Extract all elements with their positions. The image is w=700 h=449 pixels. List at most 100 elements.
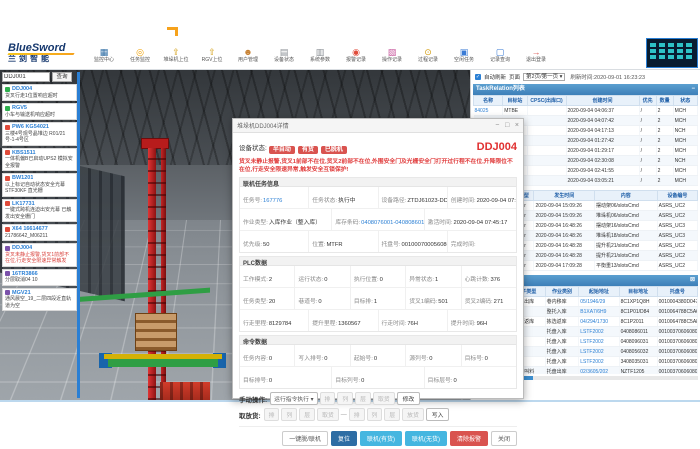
dialog-body: 设备状态: 半自动有货已脱机 DDJ004 货叉未静止报警,货叉1前部不在位,货… bbox=[233, 133, 523, 449]
crane-base bbox=[160, 382, 210, 400]
search-button[interactable]: 查询 bbox=[52, 72, 72, 82]
toolbar-label: 设备状态 bbox=[274, 57, 294, 64]
coord-input-排[interactable]: 排 bbox=[349, 408, 365, 421]
table-cell: 04/294/1730 bbox=[579, 317, 619, 327]
close-table-icon[interactable]: ⊠ bbox=[690, 275, 695, 286]
column-header[interactable]: 目标站 bbox=[503, 96, 527, 106]
table-cell: 2 bbox=[656, 176, 673, 186]
restore-icon[interactable]: □ bbox=[505, 122, 509, 129]
toolbar-idle-tasks[interactable]: ▣ 空闲任务 bbox=[446, 40, 482, 70]
device-id: DDJ004 bbox=[477, 141, 517, 153]
command-select[interactable]: 运行指令执行 ▾ bbox=[270, 392, 317, 405]
alarm-device-id: DDJ004 bbox=[12, 245, 32, 251]
alarm-item[interactable]: DDJ004 货叉未静止报警,货叉1前部不在位,行走安全限速异常触发 bbox=[2, 243, 77, 267]
alarm-item[interactable]: X64 16614677 21786642_M06211 bbox=[2, 224, 77, 241]
coord-input-列[interactable]: 列 bbox=[337, 392, 353, 405]
toolbar-alarm-records[interactable]: ◉ 报警记录 bbox=[338, 40, 374, 70]
clear-alarm-button[interactable]: 清除报警 bbox=[450, 431, 488, 446]
column-header[interactable]: 数量 bbox=[656, 96, 673, 106]
alarm-item[interactable]: DDJ004 货叉行走1位置响应超时 bbox=[2, 84, 77, 101]
minimize-icon[interactable]: − bbox=[495, 122, 499, 129]
device-search-input[interactable] bbox=[2, 72, 50, 82]
alarm-device-id: KBS1511 bbox=[12, 150, 36, 156]
toolbar-record-query[interactable]: ▢ 记录查询 bbox=[482, 40, 518, 70]
modify-button[interactable]: 修改 bbox=[397, 392, 421, 405]
alarm-item[interactable]: BW1201 以上标记自动状态安全光幕 STF30KF 直光栅 bbox=[2, 173, 77, 197]
toolbar-user-manage[interactable]: ☻ 用户管理 bbox=[230, 40, 266, 70]
coord-input-排[interactable]: 排 bbox=[264, 408, 280, 421]
toolbar-operation-records[interactable]: ▧ 操作记录 bbox=[374, 40, 410, 70]
alarm-severity-icon bbox=[5, 290, 10, 295]
toggle-online-button[interactable]: 一键脱/联机 bbox=[282, 431, 328, 446]
alarm-device-id: PW6 KG54021 bbox=[12, 124, 49, 130]
table-cell: 堆垛机06/slotsCmd bbox=[594, 211, 657, 221]
alarm-severity-icon bbox=[5, 201, 10, 206]
pick-place-label: 取放货: bbox=[239, 410, 261, 420]
alarm-item[interactable]: PW6 KG54021 三楼4号观号晶堆边 R01/21号-1-4号区 bbox=[2, 122, 77, 146]
alarm-item[interactable]: LK17731 一键式跨机连迫出安光幕 已触发出安全栅门 bbox=[2, 199, 77, 223]
dialog-titlebar[interactable]: 堆垛机DDJ004详情 − □ × bbox=[233, 119, 523, 133]
alarm-device-id: DDJ004 bbox=[12, 86, 32, 92]
pallet[interactable] bbox=[135, 313, 177, 351]
close-button[interactable]: 关闭 bbox=[491, 431, 517, 446]
table-cell: 0408086011 bbox=[619, 327, 657, 337]
coord-input-排[interactable]: 排 bbox=[320, 392, 336, 405]
toolbar-rgv-upload[interactable]: ⇧ RGV上位 bbox=[194, 40, 230, 70]
task-monitor-icon: ◎ bbox=[136, 47, 144, 57]
coord-input-取货[interactable]: 取货 bbox=[317, 408, 339, 421]
column-header[interactable]: 内容 bbox=[594, 191, 657, 201]
table-cell: ASRS_UC2 bbox=[657, 211, 697, 221]
column-header[interactable]: 作业类别 bbox=[545, 287, 579, 297]
column-header[interactable]: 发生时间 bbox=[534, 191, 594, 201]
table-cell: / bbox=[639, 106, 656, 116]
toolbar-task-monitor[interactable]: ◎ 任务监控 bbox=[122, 40, 158, 70]
table-cell: 2020-09-04 04:06:37 bbox=[566, 106, 639, 116]
plc-data-title: PLC数据 bbox=[240, 257, 516, 266]
alarm-item[interactable]: RGV5 小车与输送机响应超时 bbox=[2, 103, 77, 120]
column-header[interactable]: 优先 bbox=[639, 96, 656, 106]
coord-input-列[interactable]: 列 bbox=[367, 408, 383, 421]
table-cell: 05/1946/29 bbox=[579, 297, 619, 307]
alarm-item[interactable]: KBS1511 一体机偏B已启动UPS2 模拟安全报警 bbox=[2, 148, 77, 172]
column-header[interactable]: 名称 bbox=[474, 96, 503, 106]
collapse-table-icon[interactable]: − bbox=[691, 84, 695, 95]
column-header[interactable]: 托盘号 bbox=[657, 287, 697, 297]
page-select[interactable]: 第2页/第一页 ▾ bbox=[523, 73, 565, 81]
table-cell: 2 bbox=[656, 136, 673, 146]
alarm-item[interactable]: MGV21 通风晨空_19_二层四段近直轨道为空 bbox=[2, 288, 77, 312]
auto-refresh-checkbox[interactable]: ✓ bbox=[475, 74, 481, 80]
close-icon[interactable]: × bbox=[515, 122, 519, 129]
write-button[interactable]: 写入 bbox=[426, 408, 450, 421]
column-header[interactable]: 设备编号 bbox=[657, 191, 697, 201]
toolbar-monitor-center[interactable]: ▦ 监控中心 bbox=[86, 40, 122, 70]
column-header[interactable]: 起始地址 bbox=[579, 287, 619, 297]
detail-field: 任务号:167776 bbox=[240, 187, 309, 208]
table-cell: 平衡重13/slotsCmd bbox=[594, 261, 657, 271]
toolbar-process-records[interactable]: ⊙ 过程记录 bbox=[410, 40, 446, 70]
coord-input-层[interactable]: 层 bbox=[299, 408, 315, 421]
sidebar-scrollbar[interactable] bbox=[77, 72, 80, 398]
table-cell: 2 bbox=[656, 126, 673, 136]
column-header[interactable]: 状态 bbox=[673, 96, 697, 106]
coord-input-层[interactable]: 层 bbox=[384, 408, 400, 421]
alarm-description: 通风晨空_19_二层四段近直轨道为空 bbox=[5, 296, 74, 309]
coord-input-列[interactable]: 列 bbox=[281, 408, 297, 421]
column-header[interactable]: 创建时间 bbox=[566, 96, 639, 106]
online-empty-button[interactable]: 联机(无货) bbox=[405, 431, 447, 446]
reset-button[interactable]: 复位 bbox=[331, 431, 357, 446]
coord-input-取货[interactable]: 取货 bbox=[373, 392, 395, 405]
toolbar-logout[interactable]: → 退出登录 bbox=[518, 40, 554, 70]
detail-field: 提升里程:1360567 bbox=[309, 310, 378, 331]
coord-input-放货[interactable]: 放货 bbox=[402, 408, 424, 421]
toolbar-stacker-upload[interactable]: ⇪ 堆垛机上位 bbox=[158, 40, 194, 70]
toolbar-system-params[interactable]: ▥ 系统参数 bbox=[302, 40, 338, 70]
table-cell: 2020-09-04 16:48:26 bbox=[534, 231, 594, 241]
table-cell: MCH bbox=[673, 166, 697, 176]
alarm-item[interactable]: 16TR3866 分层取消04 10 bbox=[2, 269, 77, 286]
column-header[interactable]: CPSC(出库口) bbox=[527, 96, 566, 106]
table-row[interactable]: 84025MTBE2020-09-04 04:06:37/2MCH bbox=[474, 106, 698, 116]
online-loaded-button[interactable]: 联机(有货) bbox=[360, 431, 402, 446]
column-header[interactable]: 目标地址 bbox=[619, 287, 657, 297]
toolbar-device-status[interactable]: ▤ 设备状态 bbox=[266, 40, 302, 70]
coord-input-层[interactable]: 层 bbox=[355, 392, 371, 405]
